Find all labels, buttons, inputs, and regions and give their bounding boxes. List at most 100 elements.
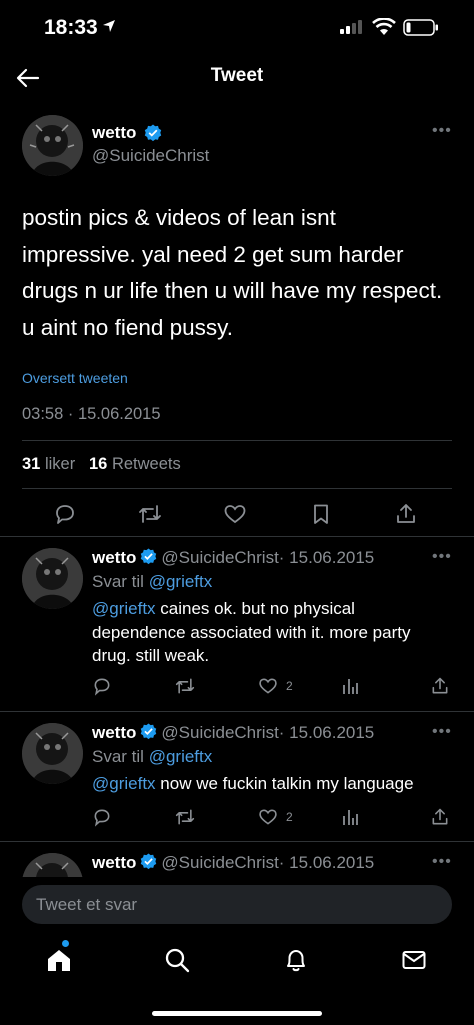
replying-to-handle[interactable]: @grieftx [149, 747, 213, 766]
wifi-icon [372, 18, 396, 35]
bottom-nav [0, 940, 474, 980]
reply-button[interactable] [51, 500, 79, 528]
author-name[interactable]: wetto [92, 123, 136, 143]
verified-icon [141, 723, 157, 740]
reply-button[interactable] [92, 806, 112, 828]
reply-tweet[interactable]: wetto @SuicideChrist· 15.06.2015 ••• Svar… [0, 711, 474, 841]
replying-to-handle[interactable]: @grieftx [149, 572, 213, 591]
reply-actions: 2 [0, 806, 474, 828]
reply-composer[interactable]: Tweet et svar [22, 885, 452, 924]
top-bar: Tweet [0, 56, 474, 100]
more-icon[interactable]: ••• [432, 122, 452, 140]
author-handle[interactable]: @SuicideChrist [161, 723, 278, 742]
messages-icon [402, 951, 426, 969]
tweet-timestamp: 03:58 · 15.06.2015 [22, 405, 161, 423]
mention-link[interactable]: @grieftx [92, 774, 156, 793]
nav-messages[interactable] [400, 946, 428, 974]
share-button[interactable] [430, 806, 450, 828]
divider [22, 488, 452, 489]
retweet-icon [139, 505, 161, 523]
location-arrow-icon [103, 20, 115, 32]
analytics-icon [343, 679, 358, 694]
reply-text: @grieftx now we fuckin talkin my languag… [92, 772, 452, 796]
more-icon[interactable]: ••• [432, 853, 452, 871]
retweet-icon [175, 809, 195, 825]
more-icon[interactable]: ••• [432, 548, 452, 566]
like-button[interactable]: 2 [258, 806, 293, 828]
retweet-button[interactable] [174, 806, 196, 828]
verified-icon [141, 548, 157, 565]
retweets-label[interactable]: Retweets [112, 455, 181, 473]
analytics-button[interactable] [342, 675, 360, 697]
avatar[interactable] [22, 115, 83, 176]
analytics-button[interactable] [342, 806, 360, 828]
reply-header: wetto @SuicideChrist· 15.06.2015 [92, 853, 374, 873]
mention-link[interactable]: @grieftx [92, 599, 156, 618]
reply-actions: 2 [0, 675, 474, 697]
verified-icon [144, 124, 162, 142]
author-handle[interactable]: @SuicideChrist [161, 548, 278, 567]
like-button[interactable] [221, 500, 249, 528]
share-button[interactable] [430, 675, 450, 697]
notifications-icon [287, 950, 305, 972]
share-icon [397, 504, 415, 523]
like-button[interactable]: 2 [258, 675, 293, 697]
author-name[interactable]: wetto [92, 723, 136, 742]
retweet-icon [175, 678, 195, 694]
reply-header: wetto @SuicideChrist· 15.06.2015 [92, 723, 374, 743]
more-icon[interactable]: ••• [432, 723, 452, 741]
author-handle[interactable]: @SuicideChrist [92, 146, 209, 166]
nav-home[interactable] [45, 946, 73, 974]
home-indicator [152, 1011, 322, 1016]
avatar[interactable] [22, 548, 83, 609]
avatar[interactable] [22, 853, 83, 877]
tweet-text: postin pics & videos of lean isnt impres… [22, 205, 443, 340]
reply-date: · 15.06.2015 [278, 723, 375, 742]
status-bar: 18:33 [0, 0, 474, 56]
likes-count[interactable]: 31 [22, 455, 40, 473]
retweet-button[interactable] [136, 500, 164, 528]
like-count: 2 [286, 810, 293, 824]
author-handle[interactable]: @SuicideChrist [161, 853, 278, 872]
nav-notifications[interactable] [282, 946, 310, 974]
composer-placeholder[interactable]: Tweet et svar [36, 895, 137, 915]
reply-date: · 15.06.2015 [278, 853, 375, 872]
page-title: Tweet [210, 65, 264, 86]
avatar[interactable] [22, 723, 83, 784]
bookmark-icon [314, 504, 328, 524]
divider [22, 440, 452, 441]
like-count: 2 [286, 679, 293, 693]
nav-search[interactable] [163, 946, 191, 974]
analytics-icon [343, 810, 358, 825]
reply-header: wetto @SuicideChrist· 15.06.2015 [92, 548, 374, 568]
share-icon [432, 808, 448, 825]
search-icon [165, 948, 190, 973]
reply-date: · 15.06.2015 [278, 548, 375, 567]
tweet-actions [0, 500, 474, 528]
bookmark-button[interactable] [307, 500, 335, 528]
reply-body: now we fuckin talkin my language [155, 774, 414, 793]
signal-icon [340, 20, 362, 34]
replying-to: Svar til @grieftx [92, 572, 212, 592]
translate-link[interactable]: Oversett tweeten [22, 370, 128, 386]
tweet-stats: 31 liker 16 Retweets [22, 455, 181, 474]
reply-text: @grieftx caines ok. but no physical depe… [92, 597, 452, 668]
reply-tweet[interactable]: wetto @SuicideChrist· 15.06.2015 ••• Svar… [0, 536, 474, 711]
reply-tweet[interactable]: wetto @SuicideChrist· 15.06.2015 ••• [0, 841, 474, 877]
verified-icon [141, 853, 157, 870]
status-time: 18:33 [44, 16, 98, 39]
like-icon [224, 505, 246, 524]
retweets-count[interactable]: 16 [89, 455, 107, 473]
share-button[interactable] [392, 500, 420, 528]
author-name[interactable]: wetto [92, 548, 136, 567]
replying-to-label: Svar til [92, 572, 144, 591]
reply-icon [56, 505, 74, 524]
replying-to: Svar til @grieftx [92, 747, 212, 767]
author-name[interactable]: wetto [92, 853, 136, 872]
likes-label[interactable]: liker [45, 455, 75, 473]
retweet-button[interactable] [174, 675, 196, 697]
like-icon [259, 678, 277, 694]
reply-button[interactable] [92, 675, 112, 697]
reply-icon [94, 809, 110, 827]
like-icon [259, 809, 277, 825]
